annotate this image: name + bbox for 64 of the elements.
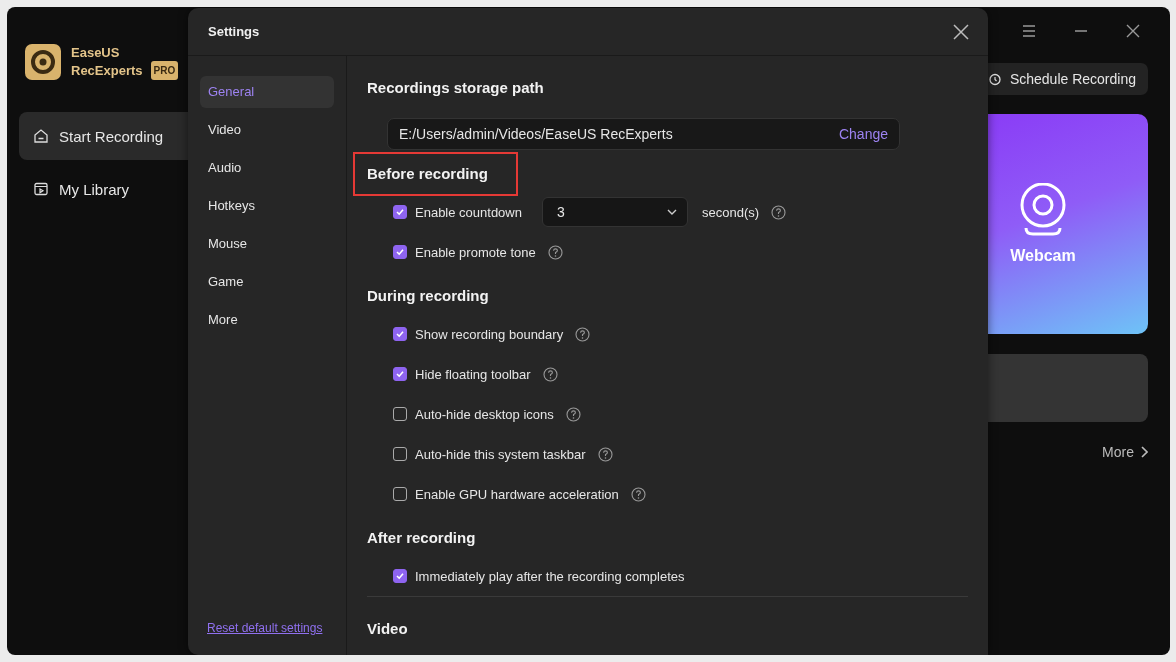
checkbox[interactable]	[393, 407, 407, 421]
app-name: RecExperts	[71, 62, 143, 79]
chevron-right-icon	[1140, 446, 1148, 458]
reset-default-settings-link[interactable]: Reset default settings	[200, 621, 334, 635]
option-label: Auto-hide this system taskbar	[415, 446, 586, 462]
menu-icon[interactable]	[1022, 25, 1036, 37]
chevron-down-icon	[667, 209, 677, 215]
close-icon[interactable]	[953, 23, 969, 40]
help-icon[interactable]	[630, 486, 646, 502]
checkbox[interactable]	[393, 367, 407, 381]
help-icon[interactable]	[771, 204, 787, 220]
settings-tab[interactable]: General	[200, 76, 334, 108]
app-name: EaseUS	[71, 44, 121, 61]
settings-tab[interactable]: More	[200, 304, 334, 336]
change-link[interactable]: Change	[838, 126, 888, 142]
help-icon[interactable]	[597, 446, 613, 462]
checkbox[interactable]	[393, 245, 407, 259]
clapperboard-icon	[33, 181, 49, 197]
option-label: Enable GPU hardware acceleration	[415, 486, 619, 502]
sidebar-item[interactable]: Start Recording	[19, 112, 188, 160]
checkbox[interactable]	[393, 327, 407, 341]
app-logo-icon	[25, 44, 61, 80]
option-label: Enable countdown	[415, 204, 522, 220]
option-label: Auto-hide desktop icons	[415, 406, 554, 422]
option-label: Show recording boundary	[415, 326, 564, 342]
unit-label: second(s)	[702, 204, 760, 220]
close-icon[interactable]	[1126, 24, 1140, 38]
checkbox[interactable]	[393, 487, 407, 501]
alarm-clock-icon	[987, 72, 1002, 86]
settings-tab[interactable]: Audio	[200, 152, 334, 184]
check-icon	[395, 369, 405, 379]
help-icon[interactable]	[565, 406, 581, 422]
settings-tab[interactable]: Mouse	[200, 228, 334, 260]
section-heading: Video	[367, 619, 408, 639]
countdown-dropdown[interactable]: 3	[542, 197, 688, 227]
help-icon[interactable]	[547, 244, 563, 260]
check-icon	[395, 207, 405, 217]
storage-path: E:/Users/admin/Videos/EaseUS RecExperts	[399, 126, 673, 142]
help-icon[interactable]	[575, 326, 591, 342]
webcam-icon	[1019, 183, 1067, 237]
section-heading: Recordings storage path	[367, 78, 545, 98]
more-link[interactable]: More	[1102, 444, 1148, 460]
checkbox[interactable]	[393, 205, 407, 219]
pro-badge: PRO	[150, 61, 179, 80]
checkbox[interactable]	[393, 569, 407, 583]
settings-tab[interactable]: Video	[200, 114, 334, 146]
section-heading: Before recording	[355, 154, 516, 194]
help-icon[interactable]	[542, 366, 558, 382]
dialog-title: Settings	[208, 24, 260, 39]
webcam-label: Webcam	[1010, 247, 1076, 265]
check-icon	[395, 571, 405, 581]
settings-tab[interactable]: Game	[200, 266, 334, 298]
check-icon	[395, 329, 405, 339]
section-heading: During recording	[367, 286, 489, 306]
option-label: Hide floating toolbar	[415, 366, 531, 382]
storage-path-field[interactable]: E:/Users/admin/Videos/EaseUS RecExperts Change	[387, 118, 900, 150]
option-label: Enable promote tone	[415, 244, 536, 260]
check-icon	[395, 247, 405, 257]
section-heading: After recording	[367, 528, 476, 548]
checkbox[interactable]	[393, 447, 407, 461]
home-icon	[33, 128, 49, 144]
option-label: Immediately play after the recording completes	[415, 568, 685, 584]
settings-tab[interactable]: Hotkeys	[200, 190, 334, 222]
sidebar-item[interactable]: My Library	[19, 165, 188, 213]
